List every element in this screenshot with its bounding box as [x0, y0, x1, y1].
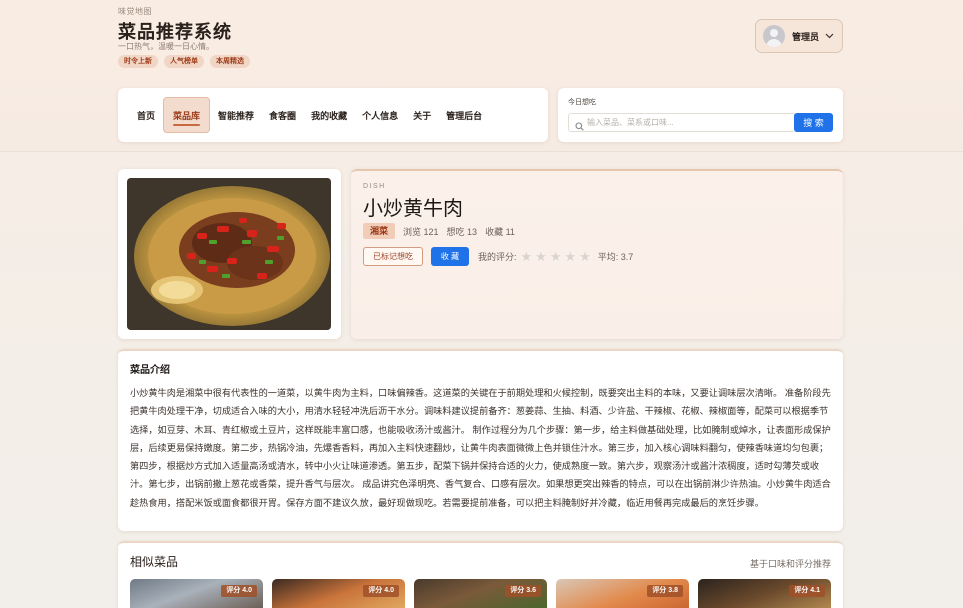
- views-count: 浏览 121: [403, 226, 439, 237]
- header-tags: 时令上新 人气榜单 本周精选: [118, 55, 250, 68]
- user-menu[interactable]: 管理员: [755, 19, 843, 53]
- avatar: [763, 25, 785, 47]
- rating-stars[interactable]: ★ ★ ★ ★ ★: [521, 250, 594, 263]
- star-icon[interactable]: ★: [521, 250, 533, 263]
- dish-info-card: DISH 小炒黄牛肉 湘菜 浏览 121 想吃 13 收藏 11 已标记想吃 收…: [351, 169, 843, 339]
- nav-dish-library[interactable]: 菜品库: [163, 97, 211, 133]
- dish-image-card: [118, 169, 341, 339]
- tag-popular[interactable]: 人气榜单: [164, 55, 204, 68]
- intro-title: 菜品介绍: [130, 365, 170, 376]
- dish-actions: 已标记想吃 收 藏 我的评分: ★ ★ ★ ★ ★ 平均: 3.7: [363, 247, 633, 266]
- star-icon[interactable]: ★: [579, 250, 591, 263]
- similar-score: 评分 4.0: [363, 585, 399, 597]
- similar-list: 评分 4.0 评分 4.0 评分 3.6 评分 3.8 评分 4.1: [130, 579, 831, 608]
- similar-dish-card[interactable]: 评分 4.0: [130, 579, 263, 608]
- want-count: 想吃 13: [446, 226, 478, 237]
- my-rating-label: 我的评分:: [478, 252, 517, 262]
- similar-score: 评分 3.8: [647, 585, 683, 597]
- nav-my-favorites[interactable]: 我的收藏: [304, 97, 354, 133]
- tag-seasonal[interactable]: 时令上新: [118, 55, 158, 68]
- main-nav: 首页 菜品库 智能推荐 食客圈 我的收藏 个人信息 关于 管理后台: [118, 88, 548, 142]
- search-panel: 今日想吃 搜 索: [558, 88, 843, 142]
- nav-about[interactable]: 关于: [406, 97, 438, 133]
- intro-text: 小炒黄牛肉是湘菜中很有代表性的一道菜，以黄牛肉为主料，口味偏辣香。这道菜的关键在…: [130, 388, 831, 508]
- dish-name: 小炒黄牛肉: [363, 198, 463, 220]
- star-icon[interactable]: ★: [550, 250, 562, 263]
- similar-dish-card[interactable]: 评分 3.6: [414, 579, 547, 608]
- nav-home[interactable]: 首页: [130, 97, 162, 133]
- nav-admin[interactable]: 管理后台: [439, 97, 489, 133]
- cuisine-badge[interactable]: 湘菜: [363, 223, 396, 239]
- search-label: 今日想吃: [568, 99, 596, 106]
- similar-dishes-card: 相似菜品 基于口味和评分推荐 评分 4.0 评分 4.0 评分 3.6 评分 3…: [118, 541, 843, 608]
- similar-dish-card[interactable]: 评分 4.0: [272, 579, 405, 608]
- similar-score: 评分 4.1: [789, 585, 825, 597]
- chevron-down-icon: [825, 31, 834, 42]
- nav-foodie-circle[interactable]: 食客圈: [262, 97, 303, 133]
- similar-score: 评分 4.0: [221, 585, 257, 597]
- similar-hint: 基于口味和评分推荐: [749, 559, 831, 569]
- similar-dish-card[interactable]: 评分 3.8: [556, 579, 689, 608]
- search-field[interactable]: [568, 113, 796, 132]
- user-name: 管理员: [792, 31, 820, 42]
- average-rating: 平均: 3.7: [597, 252, 634, 262]
- similar-title: 相似菜品: [130, 555, 179, 569]
- brand-slogan: 一口热气，温暖一日心情。: [118, 42, 214, 51]
- favorite-button[interactable]: 收 藏: [431, 247, 469, 266]
- star-icon[interactable]: ★: [564, 250, 576, 263]
- search-icon: [575, 118, 584, 131]
- similar-score: 评分 3.6: [505, 585, 541, 597]
- dish-intro-card: 菜品介绍 小炒黄牛肉是湘菜中很有代表性的一道菜，以黄牛肉为主料，口味偏辣香。这道…: [118, 349, 843, 531]
- star-icon[interactable]: ★: [535, 250, 547, 263]
- nav-profile[interactable]: 个人信息: [355, 97, 405, 133]
- search-input[interactable]: [587, 115, 792, 130]
- favorites-count: 收藏 11: [485, 226, 515, 237]
- nav-smart-recommend[interactable]: 智能推荐: [211, 97, 261, 133]
- dish-photo: [127, 178, 331, 330]
- want-to-eat-button[interactable]: 已标记想吃: [363, 247, 423, 266]
- dish-meta: 湘菜 浏览 121 想吃 13 收藏 11: [363, 223, 523, 239]
- brand-subtitle: 味觉地图: [118, 7, 152, 16]
- similar-dish-card[interactable]: 评分 4.1: [698, 579, 831, 608]
- search-button[interactable]: 搜 索: [794, 113, 833, 132]
- tag-weekly[interactable]: 本周精选: [210, 55, 250, 68]
- dish-section-label: DISH: [363, 183, 386, 190]
